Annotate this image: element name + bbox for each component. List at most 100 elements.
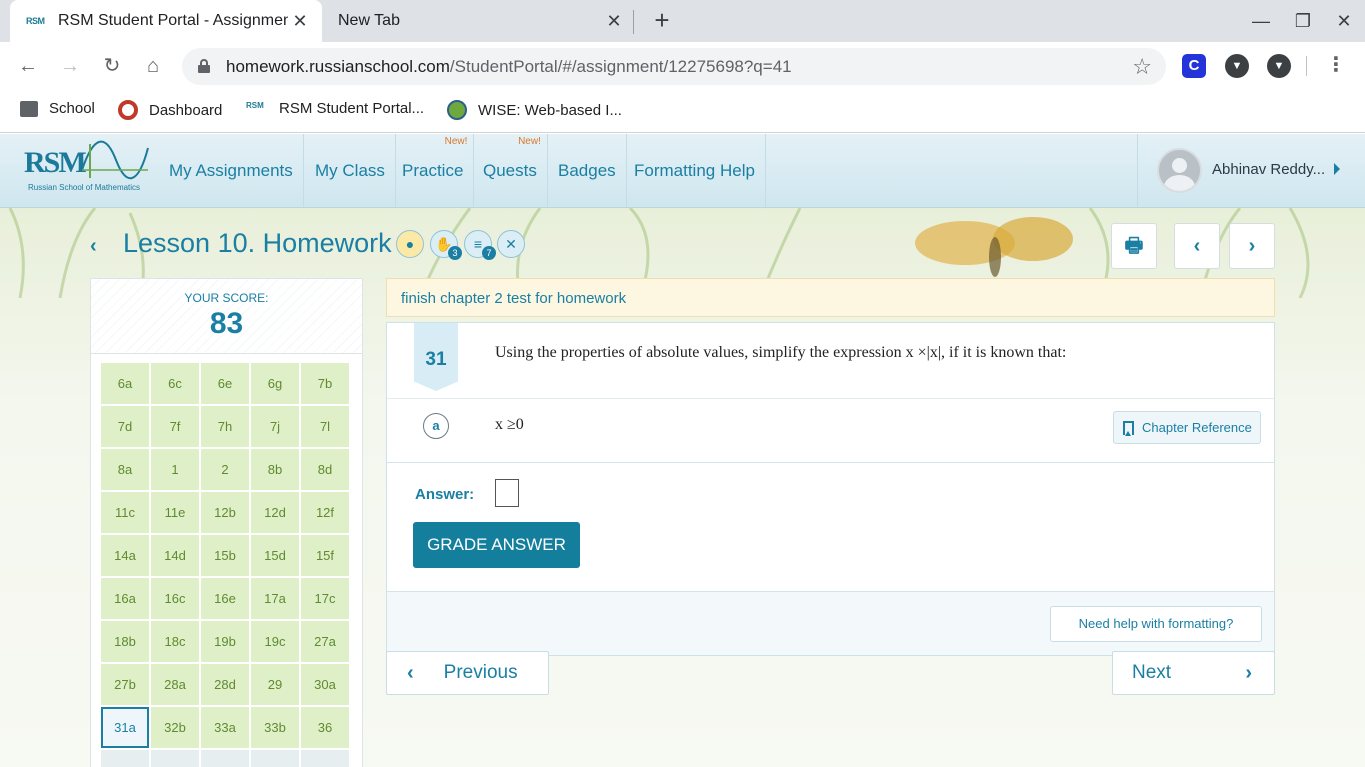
restore-icon[interactable]: ❐ [1289, 8, 1317, 34]
extension-shield-icon[interactable]: ▼ [1225, 54, 1249, 78]
problem-cell[interactable]: 12f [301, 492, 349, 533]
bookmark-label: School [49, 100, 95, 117]
problem-cell[interactable]: 12d [251, 492, 299, 533]
problem-cell-partial[interactable] [251, 750, 299, 767]
problem-cell[interactable]: 8b [251, 449, 299, 490]
url-text[interactable]: homework.russianschool.com/StudentPortal… [226, 57, 792, 77]
minimize-icon[interactable]: — [1247, 8, 1275, 34]
problem-cell[interactable]: 18b [101, 621, 149, 662]
problem-number: 31 [414, 323, 458, 391]
print-icon[interactable]: 🖶 [1111, 223, 1157, 269]
problem-cell[interactable]: 16c [151, 578, 199, 619]
problem-cell[interactable]: 15d [251, 535, 299, 576]
extension-c-icon[interactable]: C [1182, 54, 1206, 78]
problem-cell[interactable]: 7h [201, 406, 249, 447]
problem-cell[interactable]: 6c [151, 363, 199, 404]
problem-cell[interactable]: 14d [151, 535, 199, 576]
problem-cell[interactable]: 17c [301, 578, 349, 619]
problem-cell[interactable]: 19c [251, 621, 299, 662]
problem-cell[interactable]: 7b [301, 363, 349, 404]
problem-cell[interactable]: 28d [201, 664, 249, 705]
problem-cell[interactable]: 27a [301, 621, 349, 662]
problem-cell[interactable]: 28a [151, 664, 199, 705]
extension-shield-icon-2[interactable]: ▼ [1267, 54, 1291, 78]
problem-cell[interactable]: 16e [201, 578, 249, 619]
chevron-right-icon: › [1245, 661, 1252, 684]
problem-cell[interactable]: 6e [201, 363, 249, 404]
back-chevron-icon[interactable]: ‹ [90, 235, 97, 258]
problem-cell[interactable]: 36 [301, 707, 349, 748]
hand-icon[interactable]: ✋ 3 [430, 230, 462, 260]
problem-cell[interactable]: 17a [251, 578, 299, 619]
problem-cell[interactable]: 6g [251, 363, 299, 404]
nav-quests[interactable]: Quests New! [473, 134, 548, 207]
bookmark-wise[interactable]: WISE: Web-based I... [447, 100, 622, 120]
problem-cell-partial[interactable] [151, 750, 199, 767]
problem-cell[interactable]: 15f [301, 535, 349, 576]
problem-cell[interactable]: 30a [301, 664, 349, 705]
new-tab-plus-icon[interactable]: + [648, 6, 676, 34]
close-tab-icon[interactable]: ✕ [288, 11, 312, 32]
part-label: a [423, 413, 449, 439]
problem-cell[interactable]: 7d [101, 406, 149, 447]
nav-my-class[interactable]: My Class [305, 134, 396, 207]
chapter-reference-button[interactable]: Chapter Reference [1113, 411, 1261, 444]
problem-cell[interactable]: 8a [101, 449, 149, 490]
next-chevron-button[interactable]: › [1229, 223, 1275, 269]
problem-cell[interactable]: 15b [201, 535, 249, 576]
problem-cell[interactable]: 6a [101, 363, 149, 404]
problem-cell-partial[interactable] [101, 750, 149, 767]
nav-badges[interactable]: Badges [548, 134, 627, 207]
previous-chevron-button[interactable]: ‹ [1174, 223, 1220, 269]
user-menu[interactable]: Abhinav Reddy... [1137, 134, 1365, 207]
stack-icon[interactable]: ≡ 7 [464, 230, 496, 260]
problem-cell-current[interactable]: 31a [101, 707, 149, 748]
home-icon[interactable]: ⌂ [139, 52, 167, 80]
problem-cell[interactable]: 11c [101, 492, 149, 533]
close-tab-icon[interactable]: ✕ [602, 11, 626, 32]
medal-icon[interactable]: ● [396, 230, 424, 258]
bookmark-label: Dashboard [149, 101, 223, 119]
problem-cell-partial[interactable] [201, 750, 249, 767]
address-bar[interactable]: homework.russianschool.com/StudentPortal… [182, 48, 1166, 85]
forward-arrow-icon[interactable]: → [56, 52, 84, 80]
problem-cell[interactable]: 32b [151, 707, 199, 748]
bookmark-dashboard[interactable]: Dashboard [118, 100, 222, 120]
rsm-logo[interactable]: RSM Russian School of Mathematics [24, 140, 152, 200]
formatting-help-button[interactable]: Need help with formatting? [1050, 606, 1262, 642]
nav-formatting-help[interactable]: Formatting Help [624, 134, 766, 207]
problem-cell[interactable]: 14a [101, 535, 149, 576]
nav-practice[interactable]: Practice New! [392, 134, 475, 207]
problem-cell[interactable]: 8d [301, 449, 349, 490]
tab-rsm-student-portal[interactable]: RSM RSM Student Portal - Assignment ✕ [10, 0, 322, 42]
nav-my-assignments[interactable]: My Assignments [159, 134, 304, 207]
problem-cell[interactable]: 12b [201, 492, 249, 533]
problem-cell[interactable]: 7f [151, 406, 199, 447]
tools-icon[interactable]: ✕ [497, 230, 525, 258]
problem-cell[interactable]: 7j [251, 406, 299, 447]
grade-answer-button[interactable]: GRADE ANSWER [413, 522, 580, 568]
back-arrow-icon[interactable]: ← [14, 52, 42, 80]
problem-cell[interactable]: 7l [301, 406, 349, 447]
reload-icon[interactable]: ↻ [98, 52, 126, 80]
problem-cell-partial[interactable] [301, 750, 349, 767]
problem-cell[interactable]: 2 [201, 449, 249, 490]
previous-button[interactable]: ‹ Previous [386, 651, 549, 695]
next-button[interactable]: Next › [1112, 651, 1275, 695]
window-close-icon[interactable]: ✕ [1330, 8, 1358, 34]
problem-cell[interactable]: 33a [201, 707, 249, 748]
bookmark-star-icon[interactable]: ☆ [1132, 54, 1152, 80]
tab-new-tab[interactable]: New Tab ✕ [322, 0, 634, 42]
bookmark-school[interactable]: School [20, 100, 95, 117]
problem-cell[interactable]: 18c [151, 621, 199, 662]
answer-input[interactable] [495, 479, 519, 507]
kebab-menu-icon[interactable]: ⋮ [1322, 52, 1350, 77]
problem-cell[interactable]: 29 [251, 664, 299, 705]
problem-cell[interactable]: 19b [201, 621, 249, 662]
problem-cell[interactable]: 27b [101, 664, 149, 705]
problem-cell[interactable]: 16a [101, 578, 149, 619]
problem-cell[interactable]: 33b [251, 707, 299, 748]
problem-cell[interactable]: 11e [151, 492, 199, 533]
problem-cell[interactable]: 1 [151, 449, 199, 490]
bookmark-rsm-portal[interactable]: RSM RSM Student Portal... [246, 100, 424, 117]
